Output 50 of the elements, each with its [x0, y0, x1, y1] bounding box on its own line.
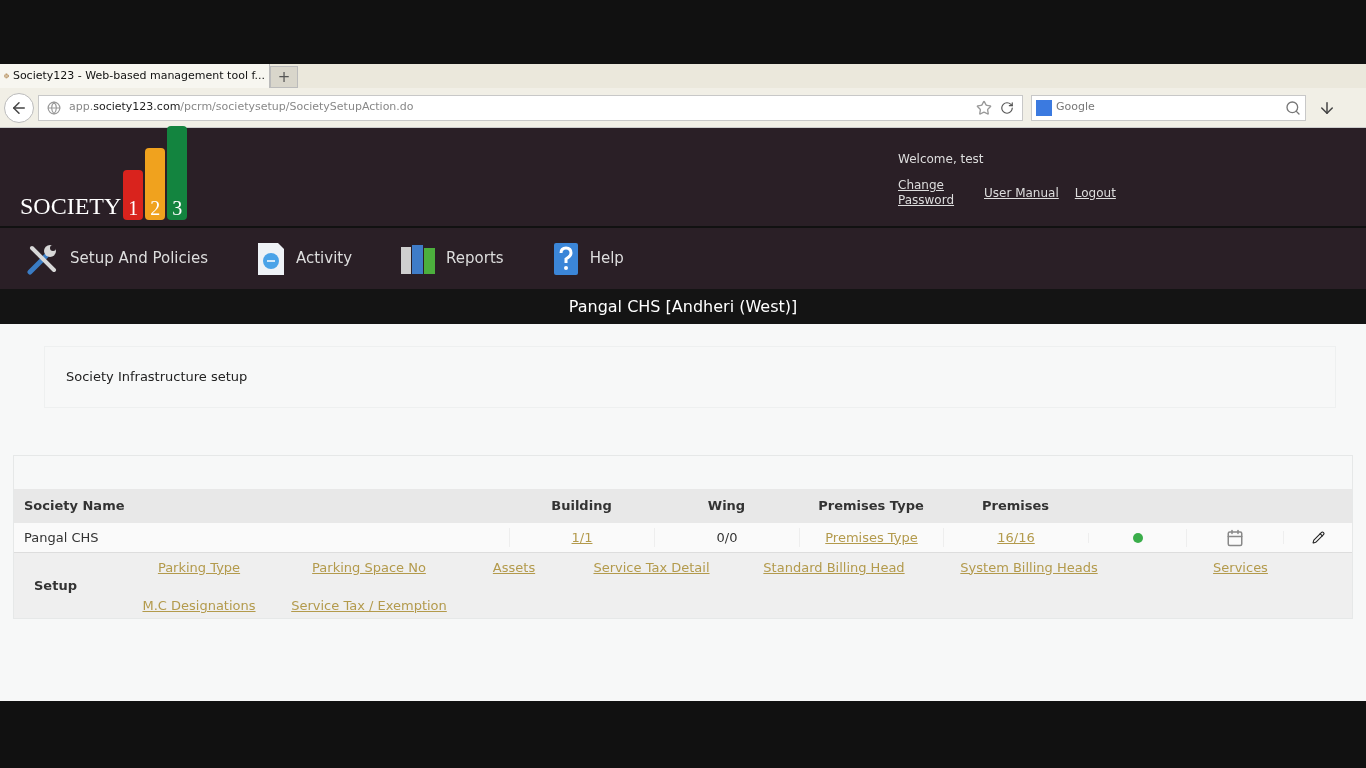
- setup-link[interactable]: Parking Type: [157, 559, 241, 575]
- browser-tab[interactable]: Society123 - Web-based management tool f...: [0, 64, 270, 88]
- column-header: Society Name: [23, 497, 126, 516]
- header-link[interactable]: User Manual: [984, 186, 1059, 201]
- globe-icon: [47, 100, 61, 115]
- society-title: Pangal CHS [Andheri (West)]: [568, 295, 798, 318]
- setup-link[interactable]: Service Tax / Exemption: [291, 597, 447, 613]
- calendar-icon[interactable]: [1226, 528, 1244, 547]
- setup-link[interactable]: M.C Designations: [142, 597, 256, 613]
- table-cell: 0/0: [716, 529, 738, 545]
- logo-bar: 1: [123, 170, 144, 220]
- logo-bar: 2: [145, 148, 166, 220]
- search-field[interactable]: Google: [1056, 99, 1281, 116]
- setup-link[interactable]: System Billing Heads: [960, 559, 1098, 575]
- premises-link[interactable]: 16/16: [997, 529, 1035, 545]
- logo-bar: 3: [167, 126, 188, 220]
- reload-icon[interactable]: [1000, 100, 1014, 115]
- menu-item[interactable]: Setup And Policies: [26, 241, 208, 276]
- column-header: Premises Type: [817, 497, 925, 516]
- setup-link[interactable]: Services: [1213, 559, 1268, 575]
- help-book-icon: [551, 241, 580, 276]
- google-icon: [1036, 99, 1052, 116]
- url-text: app.society123.com/pcrm/societysetup/SocietySetupAction.do: [69, 99, 414, 116]
- back-button[interactable]: [4, 92, 34, 123]
- binders-icon: [400, 242, 437, 275]
- setup-label: Setup: [33, 576, 78, 595]
- setup-link[interactable]: Service Tax Detail: [593, 559, 710, 575]
- search-icon[interactable]: [1285, 99, 1301, 116]
- new-tab-button[interactable]: +: [270, 66, 298, 88]
- column-header: Wing: [706, 497, 747, 516]
- address-bar[interactable]: app.society123.com/pcrm/societysetup/SocietySetupAction.do: [38, 94, 1023, 121]
- welcome-text: Welcome, test: [898, 151, 985, 168]
- search-bar[interactable]: Google: [1031, 94, 1306, 121]
- setup-link[interactable]: Standard Billing Head: [763, 559, 905, 575]
- premises-type-link[interactable]: Premises Type: [825, 529, 918, 545]
- column-header: Building: [550, 497, 613, 516]
- edit-icon[interactable]: [1311, 531, 1325, 544]
- building-link[interactable]: 1/1: [571, 529, 593, 545]
- menu-item[interactable]: Help: [551, 241, 624, 276]
- table-cell-text: Pangal CHS: [23, 528, 100, 547]
- menu-item[interactable]: Reports: [400, 242, 504, 275]
- setup-link[interactable]: Parking Space No: [312, 559, 426, 575]
- menu-item[interactable]: Activity: [255, 240, 353, 277]
- logo-wordmark: SOCIETY: [20, 194, 122, 218]
- header-link[interactable]: Logout: [1074, 186, 1116, 201]
- header-link[interactable]: Change Password: [898, 178, 968, 208]
- column-header: Premises: [980, 497, 1051, 516]
- section-title: Society Infrastructure setup: [66, 368, 248, 387]
- setup-link[interactable]: Assets: [492, 559, 536, 575]
- star-icon[interactable]: [976, 99, 992, 116]
